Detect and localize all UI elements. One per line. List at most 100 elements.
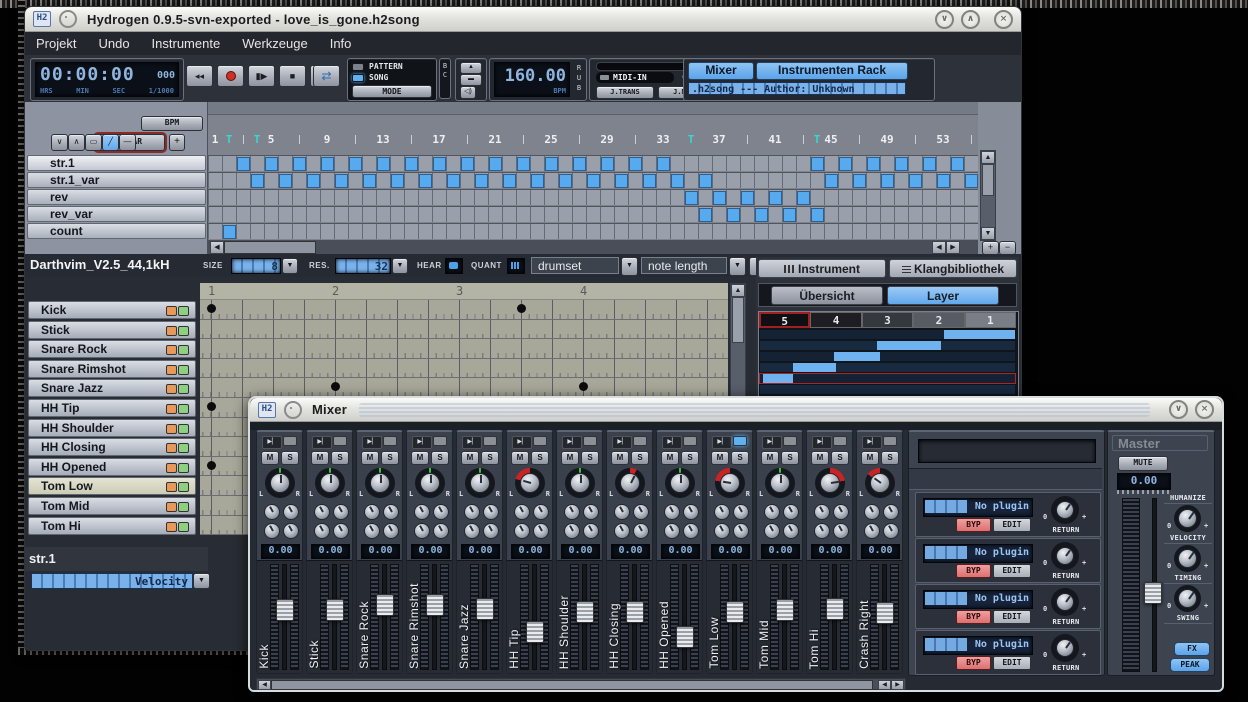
- fx-send-knob[interactable]: [433, 523, 449, 539]
- song-grid-cell-active[interactable]: [265, 157, 278, 171]
- strip-mute-button[interactable]: M: [711, 451, 729, 465]
- bpm-up-button[interactable]: ▲: [460, 62, 482, 74]
- strip-fader-handle[interactable]: [376, 594, 394, 616]
- strip-play-button[interactable]: ▶▏: [512, 436, 532, 449]
- note-dot[interactable]: [517, 304, 526, 313]
- song-grid-cell-active[interactable]: [251, 174, 264, 188]
- strip-play-button[interactable]: ▶▏: [662, 436, 682, 449]
- strip-play-button[interactable]: ▶▏: [612, 436, 632, 449]
- strip-solo-button[interactable]: S: [881, 451, 899, 465]
- fx-send-knob[interactable]: [464, 504, 480, 520]
- strip-play-button[interactable]: ▶▏: [312, 436, 332, 449]
- rewind-button[interactable]: ◂◂: [186, 65, 213, 87]
- stop-button[interactable]: ■: [279, 65, 306, 87]
- solo-button[interactable]: [178, 522, 189, 532]
- song-mode-led[interactable]: [352, 74, 364, 82]
- size-dropdown-button[interactable]: ▼: [282, 258, 298, 274]
- song-grid[interactable]: 1TT59131721252933T3741T454953: [208, 102, 978, 254]
- fx-send-knob[interactable]: [264, 523, 280, 539]
- instrument-rack-toggle-button[interactable]: Instrumenten Rack: [756, 62, 908, 80]
- window-menu-icon[interactable]: [284, 401, 302, 419]
- strip-mute-button[interactable]: M: [611, 451, 629, 465]
- fx-send-knob[interactable]: [783, 523, 799, 539]
- song-grid-cell-active[interactable]: [433, 157, 446, 171]
- note-dot[interactable]: [331, 382, 340, 391]
- timeline-tempo-marker[interactable]: T: [254, 133, 261, 146]
- strip-fader-handle[interactable]: [576, 601, 594, 623]
- song-grid-cell-active[interactable]: [811, 208, 824, 222]
- fx-send-knob[interactable]: [333, 504, 349, 520]
- loop-button[interactable]: ⇄: [313, 65, 340, 87]
- timeline-tempo-marker[interactable]: T: [814, 133, 821, 146]
- velocity-dropdown-button[interactable]: ▼: [193, 573, 210, 589]
- strip-mute-button[interactable]: M: [811, 451, 829, 465]
- strip-pan-knob[interactable]: [370, 473, 390, 493]
- song-grid-cell-active[interactable]: [391, 174, 404, 188]
- song-grid-cell-active[interactable]: [937, 174, 950, 188]
- strip-mute-button[interactable]: M: [561, 451, 579, 465]
- instrument-row-tom-low[interactable]: Tom Low: [28, 477, 196, 495]
- strip-solo-button[interactable]: S: [531, 451, 549, 465]
- metronome-speaker-icon[interactable]: ◁): [460, 86, 476, 99]
- strip-play-button[interactable]: ▶▏: [762, 436, 782, 449]
- song-grid-cell-active[interactable]: [825, 174, 838, 188]
- fx-edit-button[interactable]: EDIT: [993, 564, 1031, 578]
- strip-solo-button[interactable]: S: [781, 451, 799, 465]
- layer-header-5[interactable]: 5: [759, 312, 810, 328]
- song-grid-cell-active[interactable]: [545, 157, 558, 171]
- song-grid-cell-active[interactable]: [573, 157, 586, 171]
- strip-fader-handle[interactable]: [726, 601, 744, 623]
- fx-send-knob[interactable]: [364, 504, 380, 520]
- strip-fader-handle[interactable]: [476, 598, 494, 620]
- strip-solo-button[interactable]: S: [381, 451, 399, 465]
- strip-fader-handle[interactable]: [876, 602, 894, 624]
- solo-button[interactable]: [178, 482, 189, 492]
- fx-send-knob[interactable]: [664, 504, 680, 520]
- strip-mute-button[interactable]: M: [461, 451, 479, 465]
- song-grid-cell-active[interactable]: [237, 157, 250, 171]
- layer-bar[interactable]: [760, 363, 1015, 372]
- fx-bypass-button[interactable]: BYP: [956, 656, 991, 670]
- fx-plugin-name-display[interactable]: No plugin: [923, 544, 1033, 563]
- menu-item-instrumente[interactable]: Instrumente: [141, 36, 232, 51]
- song-grid-cell-active[interactable]: [713, 191, 726, 205]
- fx-send-knob[interactable]: [264, 504, 280, 520]
- window-menu-icon[interactable]: [59, 10, 77, 28]
- strip-pan-knob[interactable]: [420, 473, 440, 493]
- song-grid-cell-active[interactable]: [895, 157, 908, 171]
- instrument-row-hh-closing[interactable]: HH Closing: [28, 438, 196, 456]
- strip-play-button[interactable]: ▶▏: [862, 436, 882, 449]
- song-grid-cell-active[interactable]: [699, 174, 712, 188]
- maximize-button[interactable]: ∧: [961, 10, 980, 29]
- song-grid-cell-active[interactable]: [811, 157, 824, 171]
- fx-send-knob[interactable]: [314, 504, 330, 520]
- fx-send-knob[interactable]: [533, 504, 549, 520]
- fx-return-knob[interactable]: [1056, 593, 1074, 611]
- strip-pan-knob[interactable]: [870, 473, 890, 493]
- strip-fader-handle[interactable]: [326, 599, 344, 621]
- strip-mute-button[interactable]: M: [311, 451, 329, 465]
- mute-button[interactable]: [166, 522, 177, 532]
- strip-solo-button[interactable]: S: [431, 451, 449, 465]
- subtab-general[interactable]: Übersicht: [771, 286, 883, 305]
- strip-pan-knob[interactable]: [820, 473, 840, 493]
- fx-send-knob[interactable]: [664, 523, 680, 539]
- song-grid-cell-active[interactable]: [363, 174, 376, 188]
- hear-toggle[interactable]: [445, 258, 463, 274]
- song-grid-cell-active[interactable]: [755, 208, 768, 222]
- mute-button[interactable]: [166, 365, 177, 375]
- note-dot[interactable]: [207, 304, 216, 313]
- fx-send-knob[interactable]: [583, 523, 599, 539]
- instrument-row-hh-opened[interactable]: HH Opened: [28, 458, 196, 476]
- fx-send-knob[interactable]: [883, 504, 899, 520]
- master-knob[interactable]: [1178, 509, 1197, 528]
- mixer-close-button[interactable]: ×: [1195, 400, 1214, 419]
- strip-mute-button[interactable]: M: [261, 451, 279, 465]
- strip-solo-button[interactable]: S: [281, 451, 299, 465]
- strip-pan-knob[interactable]: [720, 473, 740, 493]
- layer-bar[interactable]: [760, 374, 1015, 383]
- song-grid-cell-active[interactable]: [349, 157, 362, 171]
- pattern-list-item[interactable]: rev: [27, 189, 206, 205]
- song-grid-row[interactable]: [208, 172, 978, 188]
- song-grid-cell-active[interactable]: [853, 174, 866, 188]
